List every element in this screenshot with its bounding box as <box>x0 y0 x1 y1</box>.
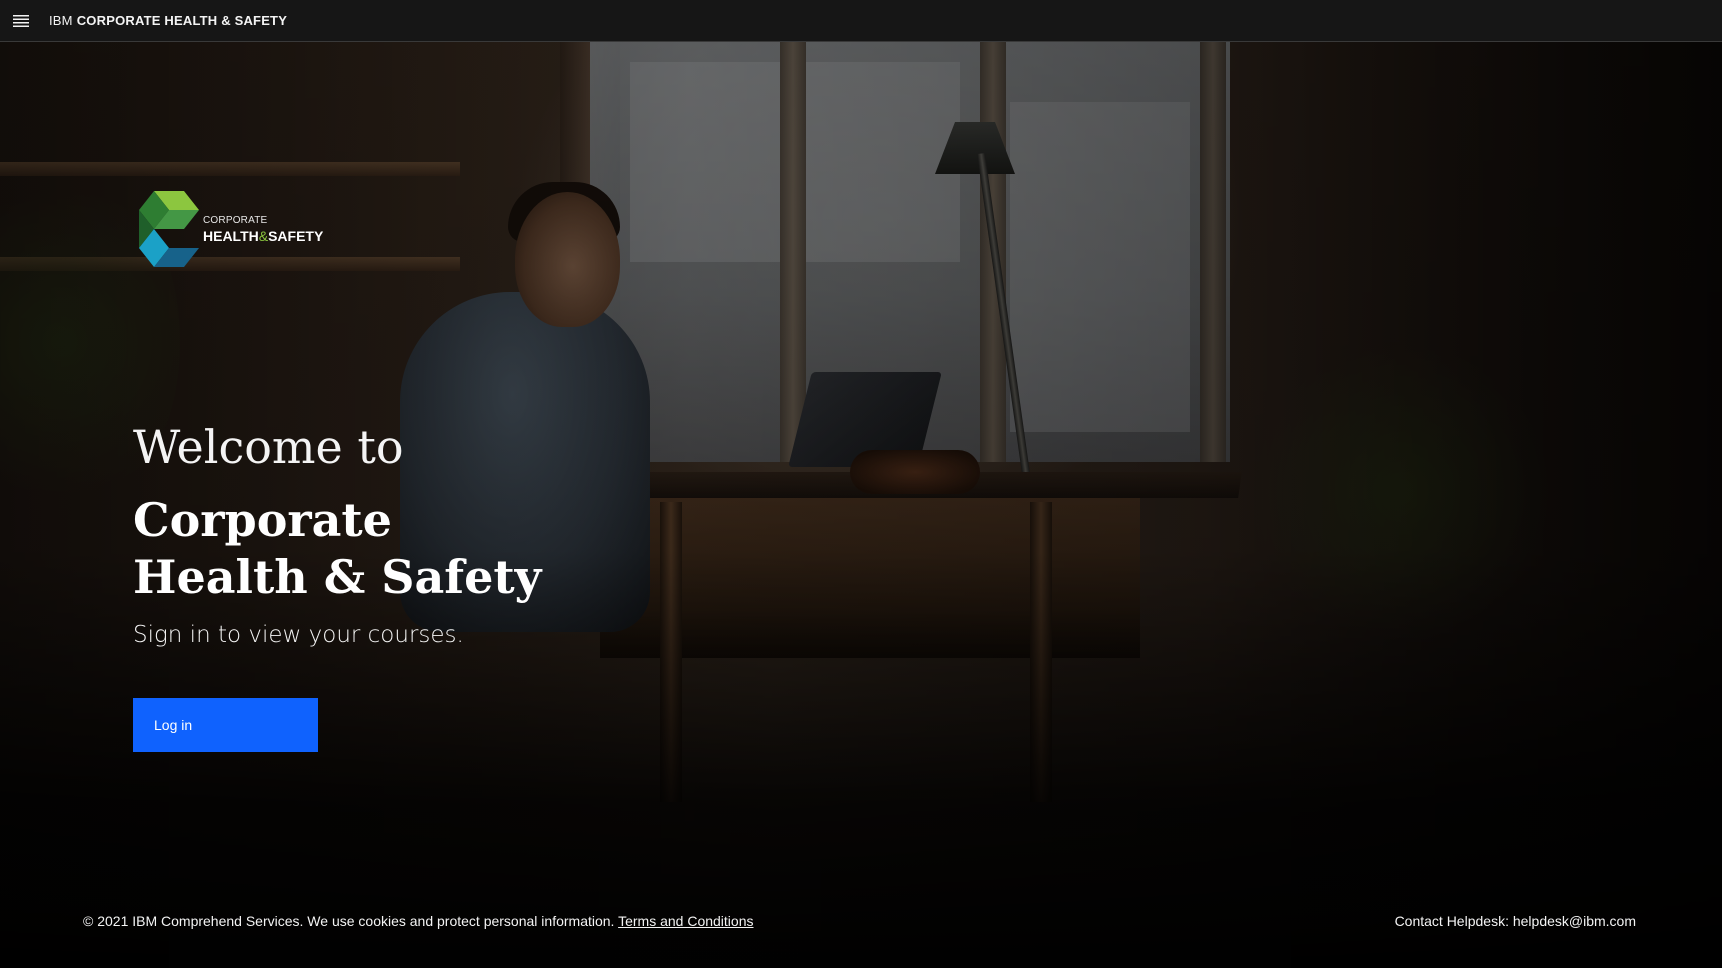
footer-copyright: © 2021 IBM Comprehend Services. We use c… <box>83 913 754 929</box>
page-footer: © 2021 IBM Comprehend Services. We use c… <box>0 900 1722 944</box>
page-title: Corporate Health & Safety <box>133 493 542 604</box>
header-brand-link[interactable]: IBM CORPORATE HEALTH & SAFETY <box>49 13 287 28</box>
brand-name: CORPORATE HEALTH & SAFETY <box>76 13 288 28</box>
hamburger-menu-button[interactable] <box>0 0 42 42</box>
signin-subtitle: Sign in to view your courses. <box>133 622 464 648</box>
logo-word-safety: SAFETY <box>268 227 324 244</box>
welcome-heading: Welcome to <box>133 420 404 474</box>
terms-and-conditions-link[interactable]: Terms and Conditions <box>618 913 753 929</box>
copyright-text: © 2021 IBM Comprehend Services. We use c… <box>83 913 615 929</box>
hero-section: CORPORATE HEALTH&SAFETY Welcome to Corpo… <box>0 42 1722 968</box>
hamburger-menu-icon <box>13 14 29 27</box>
logo-word-health: HEALTH <box>203 227 259 244</box>
top-header: IBM CORPORATE HEALTH & SAFETY <box>0 0 1722 42</box>
hexagon-logo-icon <box>139 191 199 267</box>
login-button[interactable]: Log in <box>133 698 318 752</box>
logo-ampersand: & <box>258 227 269 244</box>
brand-prefix: IBM <box>49 13 73 28</box>
footer-helpdesk-contact: Contact Helpdesk: helpdesk@ibm.com <box>1394 913 1636 929</box>
corporate-health-safety-logo: CORPORATE HEALTH&SAFETY <box>138 189 323 269</box>
logo-line-health-safety: HEALTH&SAFETY <box>203 229 323 243</box>
logo-line-corporate: CORPORATE <box>203 214 268 226</box>
